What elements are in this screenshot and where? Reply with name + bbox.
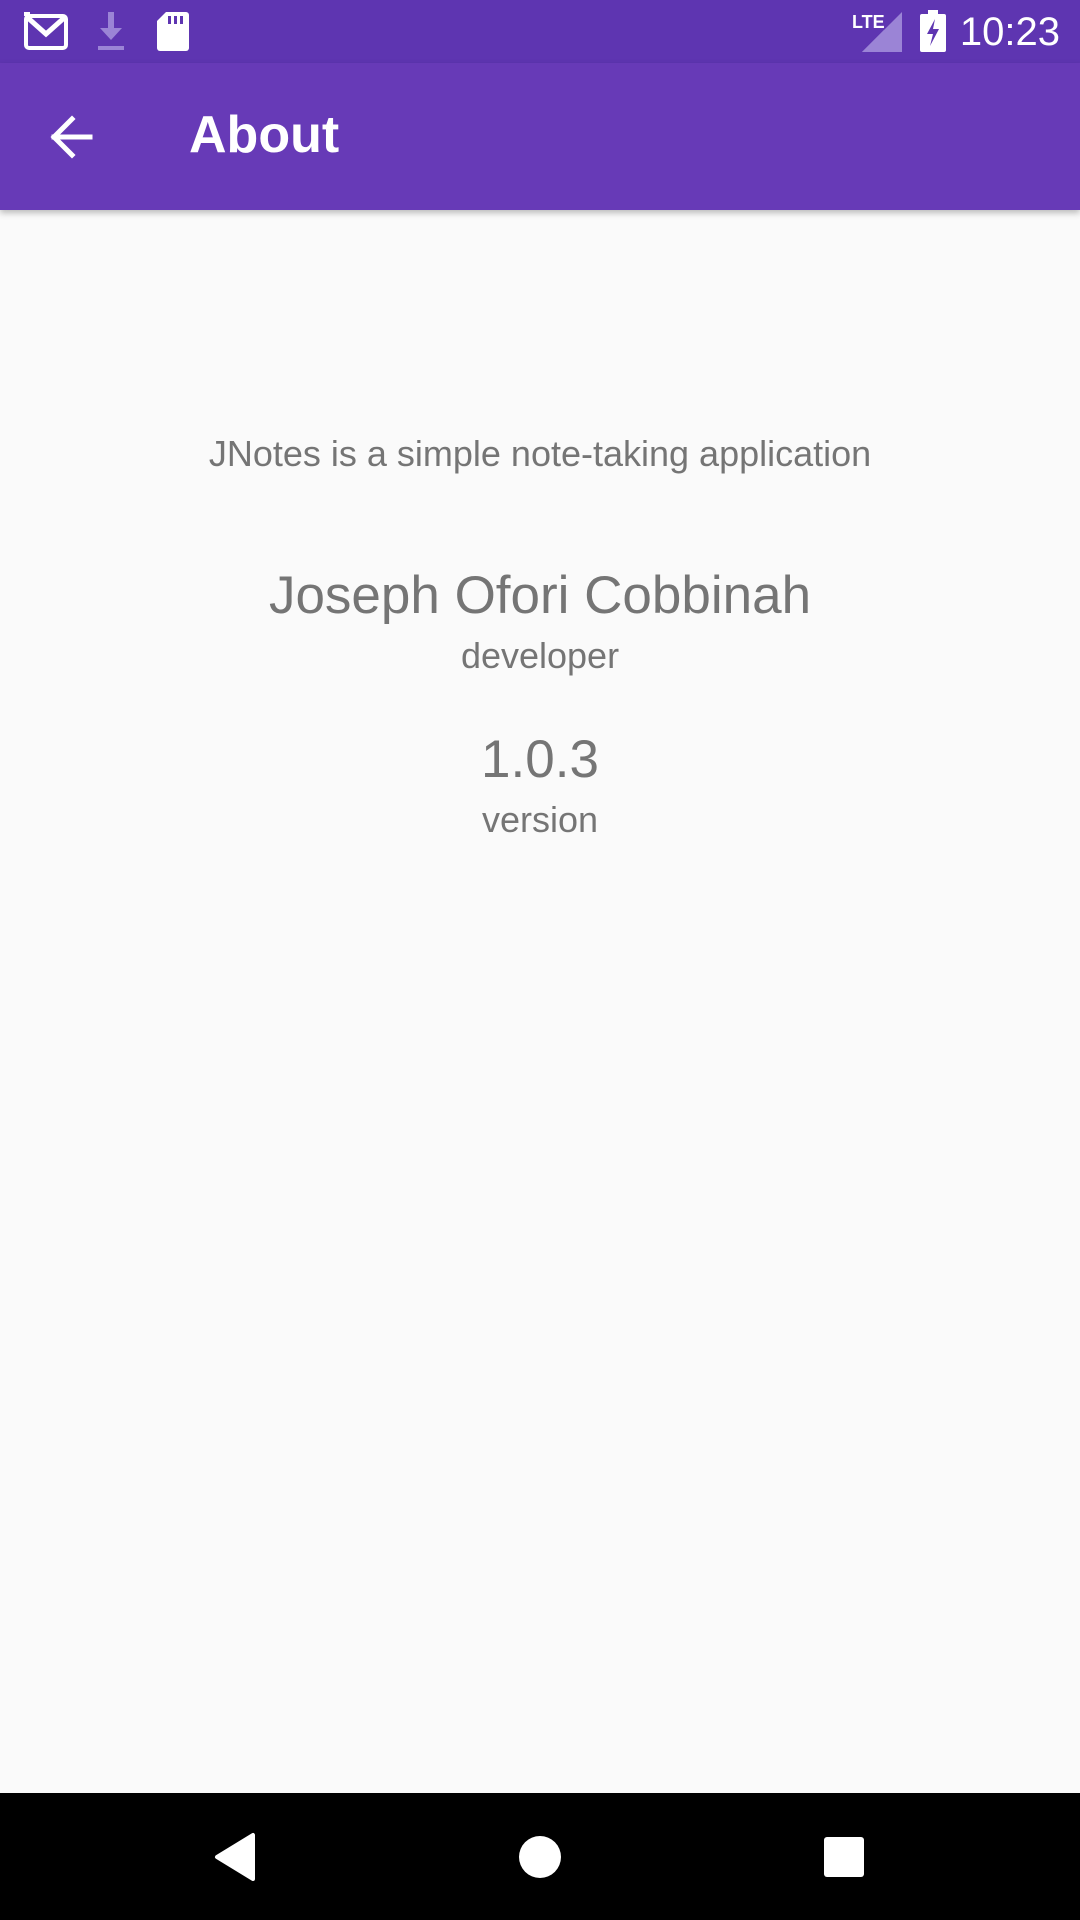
back-triangle-icon (215, 1833, 255, 1881)
status-bar: LTE 10:23 (0, 0, 1080, 63)
nav-back-button[interactable] (194, 1815, 278, 1899)
signal-icon (862, 12, 902, 52)
page-title: About (189, 106, 340, 164)
status-time: 10:23 (959, 10, 1060, 54)
about-screen: LTE 10:23 About JNotes is a simple note-… (0, 0, 1080, 1920)
arrow-back-icon (50, 115, 93, 159)
nav-recents-button[interactable] (802, 1815, 886, 1899)
app-bar: About (0, 63, 1080, 210)
navigation-bar (0, 1793, 1080, 1920)
developer-name: Joseph Ofori Cobbinah (268, 566, 812, 625)
about-content: JNotes is a simple note-taking applicati… (0, 210, 1080, 1793)
gmail-icon (24, 12, 68, 50)
battery-charging-icon (920, 10, 946, 52)
app-description: JNotes is a simple note-taking applicati… (208, 433, 872, 474)
nav-home-button[interactable] (498, 1815, 582, 1899)
back-button[interactable] (24, 89, 120, 185)
recents-square-icon (824, 1837, 864, 1877)
version-label: version (481, 799, 599, 840)
developer-label: developer (460, 635, 620, 676)
version-number: 1.0.3 (481, 730, 599, 789)
home-circle-icon (519, 1836, 561, 1878)
sd-card-icon (157, 12, 189, 51)
download-icon (98, 12, 124, 50)
